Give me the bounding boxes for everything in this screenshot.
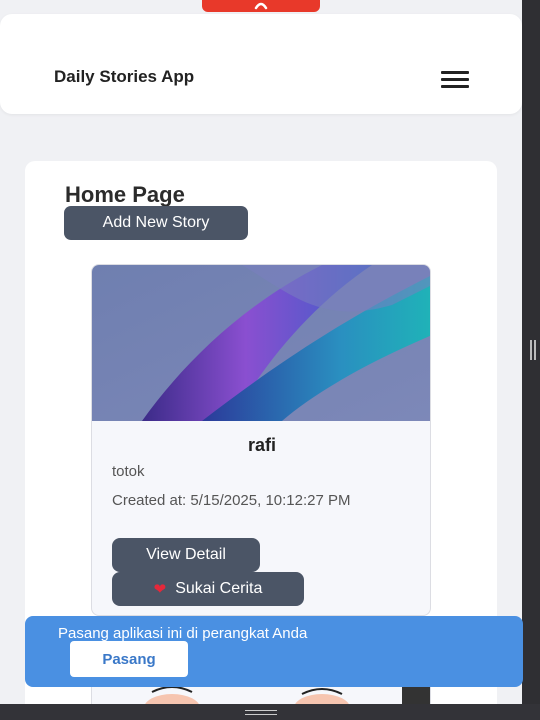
- heart-icon: ❤: [153, 581, 167, 598]
- top-edge-tab[interactable]: [202, 0, 320, 12]
- page-title: Home Page: [65, 182, 185, 207]
- install-button[interactable]: Pasang: [70, 641, 188, 677]
- like-story-button[interactable]: ❤ Sukai Cerita: [112, 572, 304, 606]
- story-image[interactable]: [92, 265, 431, 421]
- app-header: Daily Stories App: [0, 14, 522, 114]
- view-detail-button[interactable]: View Detail: [112, 538, 260, 572]
- story-description: totok: [112, 463, 145, 480]
- resize-handle-icon[interactable]: [530, 340, 536, 360]
- top-tab-icon: [254, 2, 268, 10]
- hamburger-menu-icon[interactable]: [441, 71, 469, 89]
- side-scroll-strip: [522, 0, 540, 704]
- install-prompt-text: Pasang aplikasi ini di perangkat Anda: [58, 625, 308, 642]
- like-story-label: Sukai Cerita: [175, 580, 263, 597]
- story-author-name: rafi: [247, 435, 276, 455]
- story-card: rafi totok Created at: 5/15/2025, 10:12:…: [91, 264, 431, 616]
- app-title: Daily Stories App: [54, 67, 195, 86]
- install-app-banner: Pasang aplikasi ini di perangkat Anda Pa…: [25, 616, 523, 687]
- story-created-at: Created at: 5/15/2025, 10:12:27 PM: [112, 492, 351, 509]
- add-new-story-button[interactable]: Add New Story: [64, 206, 248, 240]
- bottom-system-bar: [0, 704, 540, 720]
- nav-handle-icon[interactable]: [245, 710, 277, 715]
